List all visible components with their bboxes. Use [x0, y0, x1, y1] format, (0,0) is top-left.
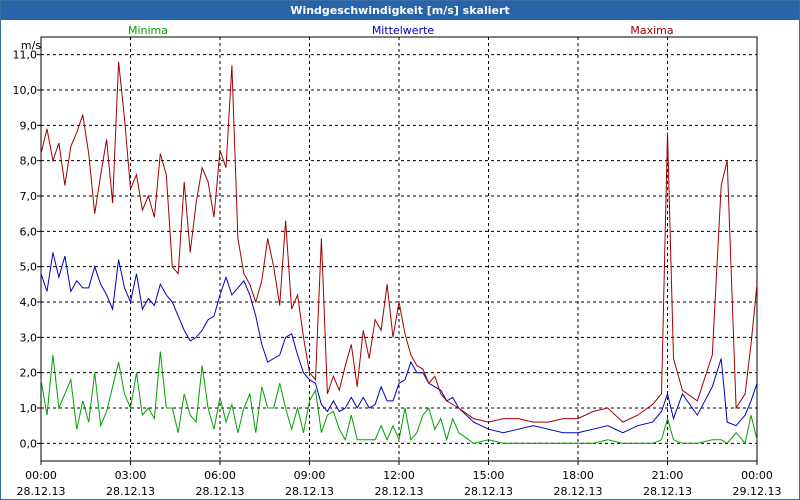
wind-speed-chart: 0,01,02,03,04,05,06,07,08,09,010,011,0 0… [13, 24, 782, 498]
window-title: Windgeschwindigkeit [m/s] skaliert [1, 1, 799, 20]
y-tick-label: 7,0 [20, 190, 38, 203]
y-tick-label: 8,0 [20, 155, 38, 168]
legend: Minima Mittelwerte Maxima [128, 24, 674, 37]
y-tick-label: 2,0 [20, 367, 38, 380]
y-tick-label: 0,0 [20, 437, 38, 450]
y-tick-label: 5,0 [20, 261, 38, 274]
y-tick-label: 6,0 [20, 225, 38, 238]
x-tick-date: 28.12.13 [106, 485, 155, 498]
x-tick-time: 12:00 [383, 469, 415, 482]
x-tick-date: 28.12.13 [17, 485, 66, 498]
legend-mittelwerte: Mittelwerte [372, 24, 435, 37]
x-tick-date: 28.12.13 [196, 485, 245, 498]
x-tick-time: 03:00 [115, 469, 147, 482]
x-tick-date: 28.12.13 [285, 485, 334, 498]
x-tick-date: 29.12.13 [733, 485, 782, 498]
y-tick-label: 3,0 [20, 331, 38, 344]
x-tick-date: 28.12.13 [375, 485, 424, 498]
y-axis-ticks: 0,01,02,03,04,05,06,07,08,09,010,011,0 [13, 49, 41, 450]
x-tick-date: 28.12.13 [464, 485, 513, 498]
y-tick-label: 4,0 [20, 296, 38, 309]
y-tick-label: 10,0 [13, 84, 38, 97]
legend-minima: Minima [128, 24, 168, 37]
x-tick-time: 09:00 [294, 469, 326, 482]
x-tick-date: 28.12.13 [643, 485, 692, 498]
x-tick-time: 21:00 [652, 469, 684, 482]
chart-window: Windgeschwindigkeit [m/s] skaliert 0,0 1,… [0, 0, 800, 500]
legend-maxima: Maxima [630, 24, 673, 37]
x-tick-date: 28.12.13 [554, 485, 603, 498]
x-tick-time: 00:00 [741, 469, 773, 482]
y-tick-label: 9,0 [20, 119, 38, 132]
y-axis-label: m/s [21, 39, 41, 52]
x-tick-time: 06:00 [204, 469, 236, 482]
y-tick-label: 1,0 [20, 402, 38, 415]
x-tick-time: 15:00 [473, 469, 505, 482]
x-axis-ticks: 00:00 28.12.13 03:00 28.12.13 06:00 28.12.13 0… [17, 461, 782, 498]
x-tick-time: 00:00 [25, 469, 57, 482]
x-tick-time: 18:00 [562, 469, 594, 482]
